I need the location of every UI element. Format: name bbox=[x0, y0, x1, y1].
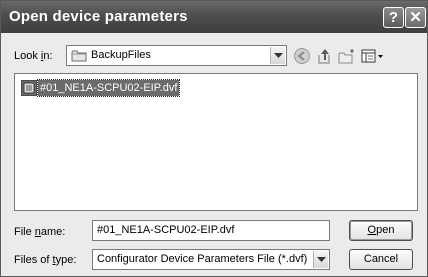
look-in-combo[interactable]: BackupFiles bbox=[66, 45, 287, 66]
new-folder-icon[interactable] bbox=[337, 47, 357, 70]
look-in-value: BackupFiles bbox=[91, 49, 151, 61]
look-in-dropdown-arrow[interactable] bbox=[270, 47, 285, 64]
back-icon[interactable] bbox=[293, 47, 311, 70]
dialog-title: Open device parameters bbox=[9, 8, 188, 25]
file-icon bbox=[21, 80, 37, 101]
open-device-parameters-dialog: Open device parameters ? ✕ Look in: Back… bbox=[0, 0, 428, 277]
files-of-type-label: Files of type: bbox=[14, 254, 77, 266]
look-in-label: Look in: bbox=[14, 50, 53, 62]
file-list[interactable]: #01_NE1A-SCPU02-EIP.dvf bbox=[14, 73, 418, 211]
files-of-type-value: Configurator Device Parameters File (*.d… bbox=[97, 253, 308, 265]
file-name-label: #01_NE1A-SCPU02-EIP.dvf bbox=[36, 79, 181, 97]
file-name-input[interactable]: #01_NE1A-SCPU02-EIP.dvf bbox=[92, 220, 330, 241]
files-of-type-combo[interactable]: Configurator Device Parameters File (*.d… bbox=[92, 249, 330, 270]
up-one-level-icon[interactable] bbox=[316, 47, 334, 70]
file-name-label: File name: bbox=[14, 226, 66, 238]
help-button[interactable]: ? bbox=[383, 7, 404, 28]
close-button[interactable]: ✕ bbox=[405, 7, 426, 28]
open-button[interactable]: Open bbox=[349, 220, 413, 241]
cancel-button[interactable]: Cancel bbox=[349, 249, 413, 270]
view-menu-icon[interactable] bbox=[361, 47, 385, 70]
folder-icon bbox=[71, 49, 87, 67]
files-of-type-dropdown-arrow[interactable] bbox=[313, 251, 328, 268]
title-bar[interactable]: Open device parameters ? ✕ bbox=[1, 1, 427, 33]
